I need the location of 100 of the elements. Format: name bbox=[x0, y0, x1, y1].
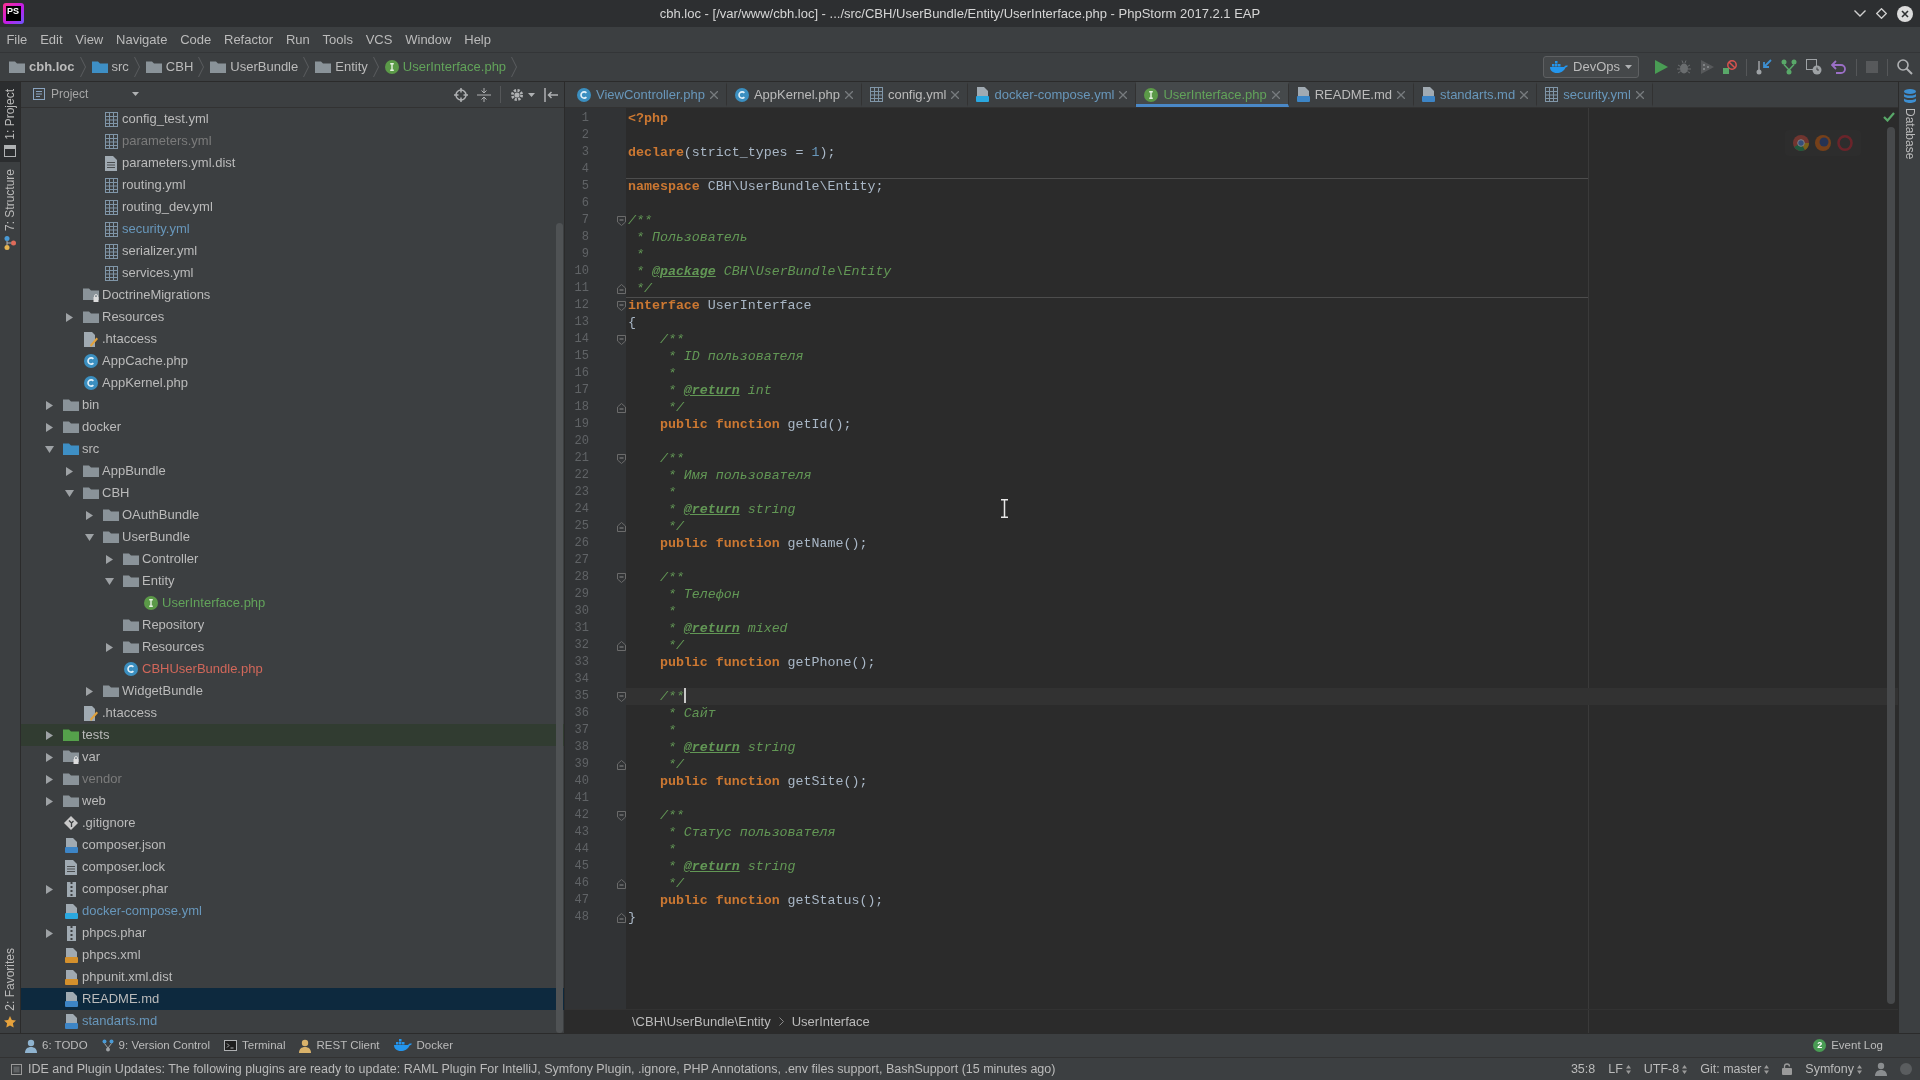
tree-item[interactable]: OAuthBundle bbox=[21, 504, 564, 526]
caret-right-icon[interactable] bbox=[45, 774, 53, 784]
tree-item[interactable]: bin bbox=[21, 394, 564, 416]
status-widget[interactable]: 35:8 bbox=[1570, 1061, 1596, 1077]
menu-item[interactable]: Navigate bbox=[109, 31, 174, 48]
tree-item[interactable]: Entity bbox=[21, 570, 564, 592]
tree-item[interactable]: serializer.yml bbox=[21, 240, 564, 262]
editor-tab[interactable]: config.yml bbox=[861, 82, 969, 107]
tree-item[interactable]: UserInterface.php bbox=[21, 592, 564, 614]
tool-window-tab[interactable]: 2: Favorites bbox=[0, 941, 20, 1033]
tool-window-tab[interactable]: 1: Project bbox=[0, 82, 20, 162]
tree-item[interactable]: AppBundle bbox=[21, 460, 564, 482]
square-icon[interactable] bbox=[11, 1063, 22, 1075]
tool-window-tab[interactable]: Database bbox=[1899, 82, 1920, 165]
status-message[interactable]: IDE and Plugin Updates: The following plugins are ready to update: RAML Plugin For IntelliJ, Symfony Plugin, .ignore, PHP Annotations, .env files support, BashSupport (15 minutes ago) bbox=[28, 1061, 1056, 1077]
arrows-to-line-icon[interactable] bbox=[477, 87, 491, 102]
disc-icon[interactable] bbox=[1815, 135, 1831, 151]
tree-item[interactable]: .htaccess bbox=[21, 702, 564, 724]
tree-item[interactable]: routing_dev.yml bbox=[21, 196, 564, 218]
caret-right-icon[interactable] bbox=[85, 510, 93, 520]
caret-right-icon[interactable] bbox=[45, 422, 53, 432]
fold-marker-icon[interactable] bbox=[617, 453, 626, 464]
menu-item[interactable]: VCS bbox=[359, 31, 399, 48]
branch-icon[interactable] bbox=[1781, 59, 1797, 75]
play-icon[interactable] bbox=[1654, 60, 1668, 74]
tree-item[interactable]: Resources bbox=[21, 636, 564, 658]
tree-item[interactable]: docker-compose.yml bbox=[21, 900, 564, 922]
menu-item[interactable]: View bbox=[68, 31, 110, 48]
status-widget[interactable]: Git: master bbox=[1700, 1061, 1770, 1077]
tree-item[interactable]: routing.yml bbox=[21, 174, 564, 196]
tree-item[interactable]: README.md bbox=[21, 988, 564, 1010]
caret-right-icon[interactable] bbox=[105, 554, 113, 564]
breadcrumb-item[interactable]: UserInterface.php bbox=[384, 59, 507, 75]
menu-item[interactable]: Window bbox=[398, 31, 458, 48]
breadcrumb-item[interactable]: \CBH\UserBundle\Entity bbox=[632, 1013, 771, 1030]
tree-item[interactable]: src bbox=[21, 438, 564, 460]
tree-item[interactable]: var bbox=[21, 746, 564, 768]
tool-window-button[interactable]: 9: Version Control bbox=[94, 1038, 217, 1053]
caret-right-icon[interactable] bbox=[45, 400, 53, 410]
menu-item[interactable]: Code bbox=[173, 31, 218, 48]
breadcrumb-item[interactable]: UserInterface bbox=[791, 1013, 870, 1030]
tool-window-button[interactable]: REST Client bbox=[292, 1038, 387, 1053]
caret-right-icon[interactable] bbox=[85, 686, 93, 696]
caret-right-icon[interactable] bbox=[45, 752, 53, 762]
breadcrumb-item[interactable]: UserBundle bbox=[210, 59, 299, 75]
editor-tab[interactable]: ViewController.php bbox=[569, 82, 727, 107]
tree-item[interactable]: AppKernel.php bbox=[21, 372, 564, 394]
tree-item[interactable]: composer.json bbox=[21, 834, 564, 856]
tree-item[interactable]: CBH bbox=[21, 482, 564, 504]
tree-item[interactable]: AppCache.php bbox=[21, 350, 564, 372]
fold-marker-icon[interactable] bbox=[617, 402, 626, 413]
arrow-bar-icon[interactable] bbox=[544, 87, 558, 102]
tree-item[interactable]: UserBundle bbox=[21, 526, 564, 548]
tree-item[interactable]: .htaccess bbox=[21, 328, 564, 350]
tree-item[interactable]: Controller bbox=[21, 548, 564, 570]
clock-icon[interactable] bbox=[1806, 59, 1822, 75]
scrollbar[interactable] bbox=[556, 223, 563, 1033]
editor-tab[interactable]: AppKernel.php bbox=[726, 82, 862, 107]
diamond-icon[interactable] bbox=[1876, 8, 1887, 19]
editor-tab[interactable]: README.md bbox=[1288, 82, 1414, 107]
settings-icon[interactable] bbox=[510, 87, 524, 102]
menu-item[interactable]: Run bbox=[279, 31, 317, 48]
tool-window-tab[interactable]: 7: Structure bbox=[0, 161, 20, 255]
fold-marker-icon[interactable] bbox=[617, 759, 626, 770]
caret-down-icon[interactable] bbox=[64, 489, 74, 497]
caret-right-icon[interactable] bbox=[45, 884, 53, 894]
tool-window-button[interactable]: Docker bbox=[386, 1038, 460, 1053]
fold-marker-icon[interactable] bbox=[617, 810, 626, 821]
undo-icon[interactable] bbox=[1831, 60, 1847, 74]
tree-item[interactable]: composer.phar bbox=[21, 878, 564, 900]
breadcrumb-item[interactable]: src bbox=[91, 59, 129, 75]
tree-item[interactable]: standarts.md bbox=[21, 1010, 564, 1032]
tree-item[interactable]: WidgetBundle bbox=[21, 680, 564, 702]
tree-item[interactable]: DoctrineMigrations bbox=[21, 284, 564, 306]
breadcrumb-item[interactable]: Entity bbox=[315, 59, 368, 75]
search-icon[interactable] bbox=[1897, 59, 1913, 75]
editor-tab[interactable]: standarts.md bbox=[1414, 82, 1538, 107]
event-log-button[interactable]: 2 Event Log bbox=[1806, 1038, 1890, 1053]
caret-down-icon[interactable] bbox=[44, 445, 54, 453]
caret-right-icon[interactable] bbox=[105, 642, 113, 652]
breadcrumb-item[interactable]: CBH bbox=[145, 59, 194, 75]
menu-item[interactable]: Refactor bbox=[217, 31, 280, 48]
caret-right-icon[interactable] bbox=[45, 730, 53, 740]
breadcrumb-item[interactable]: cbh.loc bbox=[9, 59, 75, 75]
tree-item[interactable]: parameters.yml.dist bbox=[21, 152, 564, 174]
tree-item[interactable]: tests bbox=[21, 724, 564, 746]
caret-down-icon[interactable] bbox=[84, 533, 94, 541]
chevron-down-icon[interactable] bbox=[1854, 10, 1866, 17]
menu-item[interactable]: Tools bbox=[316, 31, 360, 48]
tree-item[interactable]: Resources bbox=[21, 306, 564, 328]
tree-item[interactable]: services.yml bbox=[21, 262, 564, 284]
fold-marker-icon[interactable] bbox=[617, 334, 626, 345]
fold-marker-icon[interactable] bbox=[617, 521, 626, 532]
project-view-dropdown[interactable]: Project bbox=[33, 87, 140, 102]
tree-item[interactable]: composer.lock bbox=[21, 856, 564, 878]
fold-marker-icon[interactable] bbox=[617, 283, 626, 294]
tool-window-button[interactable]: Terminal bbox=[217, 1038, 293, 1053]
fold-marker-icon[interactable] bbox=[617, 912, 626, 923]
fold-marker-icon[interactable] bbox=[617, 300, 626, 311]
caret-down-icon[interactable] bbox=[104, 577, 114, 585]
